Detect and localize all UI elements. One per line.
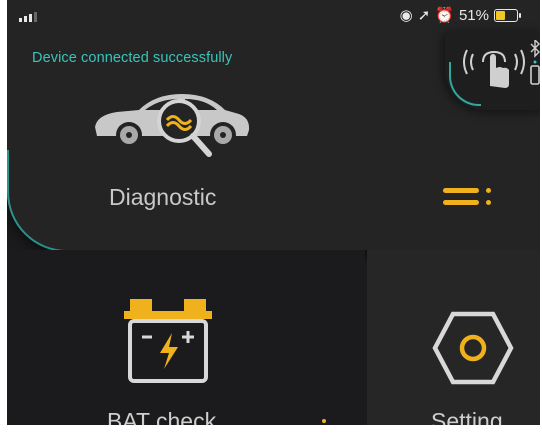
battery-percent: 51% bbox=[458, 6, 489, 24]
bat-check-label: BAT check bbox=[107, 408, 217, 425]
setting-label: Setting bbox=[431, 408, 503, 425]
nfc-touch-button[interactable] bbox=[445, 32, 540, 110]
car-diagnostic-icon bbox=[87, 80, 257, 170]
bluetooth-icon bbox=[530, 40, 540, 58]
page-indicator-dot bbox=[322, 419, 326, 423]
signal-icon bbox=[19, 12, 37, 22]
arrow-icon: ➚ bbox=[417, 7, 431, 24]
diagnostic-label: Diagnostic bbox=[109, 184, 217, 210]
phone-icon bbox=[530, 60, 540, 85]
menu-icon[interactable] bbox=[443, 185, 493, 215]
car-battery-icon bbox=[122, 297, 222, 392]
battery-icon bbox=[494, 8, 521, 22]
alarm-icon: ⏰ bbox=[435, 7, 454, 24]
nfc-touch-icon bbox=[463, 49, 525, 88]
connection-status: Device connected successfully bbox=[32, 50, 233, 66]
location-icon: ◉ bbox=[399, 7, 413, 24]
status-bar: ◉ ➚ ⏰ 51% bbox=[7, 0, 540, 30]
app-screen: Device connected successfully Diagnostic bbox=[7, 0, 540, 425]
hex-nut-icon bbox=[431, 310, 515, 391]
